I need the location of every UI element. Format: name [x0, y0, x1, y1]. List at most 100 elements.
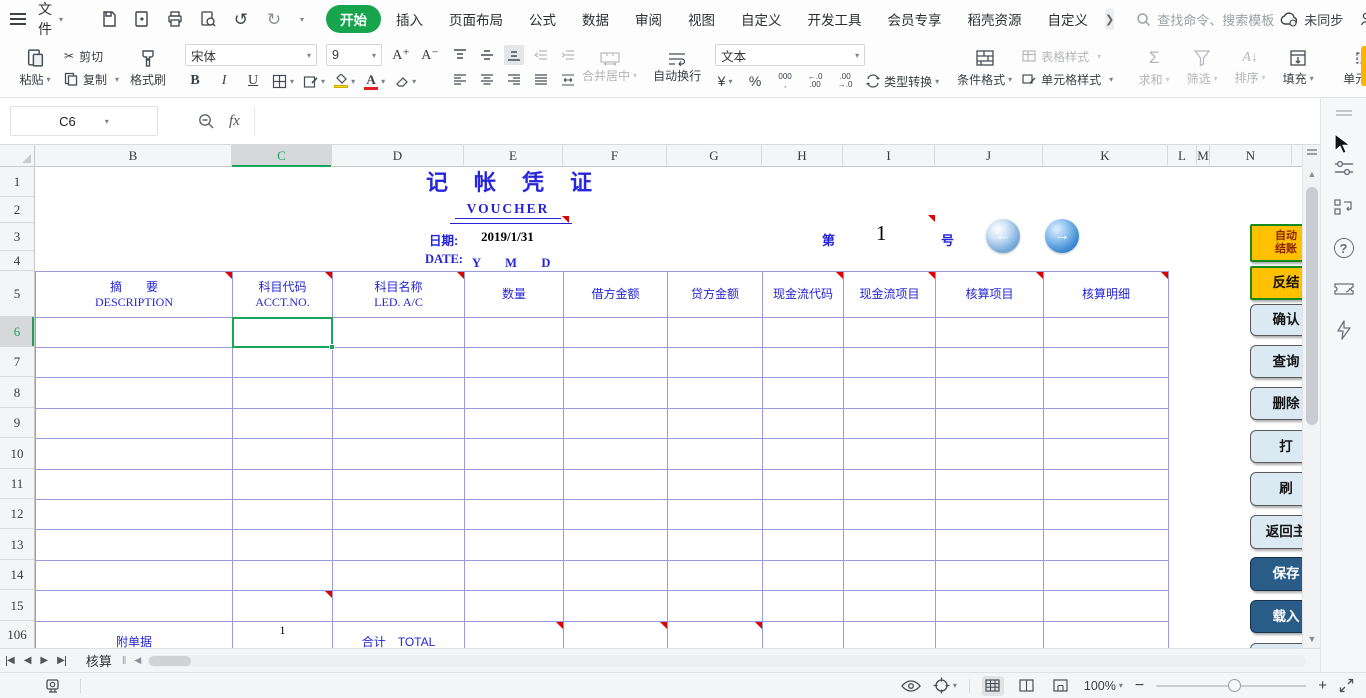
help-icon[interactable]: ?	[1334, 238, 1354, 258]
fill-handle[interactable]	[329, 344, 335, 350]
collaborate-button[interactable]: 协作	[1359, 10, 1366, 29]
grid-cell[interactable]	[465, 591, 564, 622]
grid-cell[interactable]	[465, 318, 564, 348]
grid-cell[interactable]	[936, 409, 1044, 439]
grid-cell[interactable]	[668, 378, 763, 409]
page-layout-view-button[interactable]	[1016, 676, 1038, 696]
grid-cell[interactable]	[1044, 470, 1169, 500]
menu-tab-6[interactable]: 视图	[677, 5, 726, 33]
grid-cell[interactable]	[233, 500, 333, 530]
tab-resize-grip[interactable]: ‖	[122, 655, 125, 667]
borders-button[interactable]: ▾	[272, 71, 294, 91]
properties-sliders-icon[interactable]	[1334, 160, 1354, 176]
row-header-13[interactable]: 13	[0, 529, 34, 560]
voucher-header-cell-2[interactable]: 科目名称LED. A/C	[333, 272, 465, 318]
undo-icon[interactable]: ↺	[231, 9, 251, 29]
row-header-14[interactable]: 14	[0, 560, 34, 590]
grid-cell[interactable]	[844, 348, 936, 378]
row-header-2[interactable]: 2	[0, 197, 34, 223]
eye-protection-icon[interactable]	[901, 679, 921, 693]
distribute-button[interactable]	[558, 70, 578, 90]
zoom-slider-thumb[interactable]	[1228, 679, 1241, 692]
zoom-slider[interactable]	[1156, 685, 1306, 687]
grid-cell[interactable]	[1044, 378, 1169, 409]
menu-tab-4[interactable]: 数据	[571, 5, 620, 33]
menu-tab-10[interactable]: 稻壳资源	[957, 5, 1033, 33]
grid-cell[interactable]	[465, 561, 564, 591]
grid-cell[interactable]	[844, 561, 936, 591]
sheet-tab[interactable]: 核算	[80, 651, 118, 670]
menu-tab-11[interactable]: 自定义	[1037, 5, 1100, 33]
row-header-5[interactable]: 5	[0, 271, 34, 317]
voucher-header-cell-4[interactable]: 借方金额	[564, 272, 668, 318]
font-size-select[interactable]: 9▾	[326, 44, 382, 66]
grid-cell[interactable]	[465, 470, 564, 500]
normal-view-button[interactable]	[982, 676, 1004, 696]
grid-cell[interactable]	[465, 439, 564, 470]
formula-input[interactable]	[254, 106, 1310, 136]
grid-cell[interactable]	[36, 318, 233, 348]
column-header-M[interactable]: M	[1197, 145, 1210, 167]
grid-cell[interactable]	[333, 591, 465, 622]
align-middle-button[interactable]	[477, 45, 497, 65]
column-header-B[interactable]: B	[35, 145, 232, 167]
footer-cell-1[interactable]: 1	[233, 622, 333, 648]
copy-button[interactable]: 复制▾	[64, 71, 119, 88]
horizontal-scrollbar[interactable]	[147, 655, 1306, 667]
grid-cell[interactable]	[668, 470, 763, 500]
name-box[interactable]: C6 ▾	[10, 106, 158, 136]
scroll-up-icon[interactable]: ▲	[1303, 169, 1321, 179]
menu-tab-3[interactable]: 公式	[518, 5, 567, 33]
voucher-header-cell-1[interactable]: 科目代码ACCT.NO.	[233, 272, 333, 318]
print-icon[interactable]	[165, 9, 185, 29]
grid-cell[interactable]	[564, 561, 668, 591]
record-macro-icon[interactable]	[44, 678, 62, 694]
grid-cell[interactable]	[465, 378, 564, 409]
grid-cell[interactable]	[465, 348, 564, 378]
grid-cell[interactable]	[763, 439, 844, 470]
footer-cell-9[interactable]	[1044, 622, 1169, 648]
grid-cell[interactable]	[36, 378, 233, 409]
grid-cell[interactable]	[763, 409, 844, 439]
grid-cell[interactable]	[36, 348, 233, 378]
column-header-K[interactable]: K	[1043, 145, 1168, 167]
justify-button[interactable]	[531, 70, 551, 90]
voucher-header-cell-9[interactable]: 核算明细	[1044, 272, 1169, 318]
grid-cell[interactable]	[936, 530, 1044, 561]
footer-cell-4[interactable]	[564, 622, 668, 648]
cell-style-button[interactable]: 单元格样式▾	[1022, 71, 1113, 88]
grid-cell[interactable]	[936, 439, 1044, 470]
grid-cell[interactable]	[233, 348, 333, 378]
grid-cell[interactable]	[844, 318, 936, 348]
percent-format-button[interactable]: %	[745, 71, 765, 91]
zoom-level[interactable]: 100%▾	[1084, 679, 1123, 693]
grid-cell[interactable]	[36, 500, 233, 530]
grid-cell[interactable]	[844, 409, 936, 439]
grid-cell[interactable]	[233, 591, 333, 622]
grid-cell[interactable]	[763, 530, 844, 561]
grid-cell[interactable]	[36, 439, 233, 470]
grid-cell[interactable]	[233, 470, 333, 500]
process-flow-icon[interactable]	[1334, 198, 1354, 216]
row-header-10[interactable]: 10	[0, 438, 34, 469]
grid-cell[interactable]	[763, 378, 844, 409]
voucher-header-cell-0[interactable]: 摘 要DESCRIPTION	[36, 272, 233, 318]
grid-cell[interactable]	[668, 439, 763, 470]
grid-cell[interactable]	[36, 530, 233, 561]
column-header-D[interactable]: D	[332, 145, 464, 167]
format-painter-button[interactable]: 格式刷	[125, 46, 171, 90]
underline-button[interactable]: U	[243, 71, 263, 91]
zoom-out-button[interactable]: −	[1135, 677, 1144, 695]
grid-cell[interactable]	[844, 378, 936, 409]
voucher-header-cell-7[interactable]: 现金流项目	[844, 272, 936, 318]
grid-cell[interactable]	[465, 530, 564, 561]
grid-cell[interactable]	[1044, 409, 1169, 439]
row-header-6[interactable]: 6	[0, 317, 34, 347]
grid-cell[interactable]	[763, 318, 844, 348]
footer-cell-2[interactable]: 合计 TOTAL	[333, 622, 465, 648]
grid-cell[interactable]	[564, 470, 668, 500]
grid-cell[interactable]	[668, 561, 763, 591]
scroll-down-icon[interactable]: ▼	[1303, 634, 1321, 644]
grid-cell[interactable]	[668, 591, 763, 622]
last-sheet-icon[interactable]: ▶	[57, 655, 66, 666]
